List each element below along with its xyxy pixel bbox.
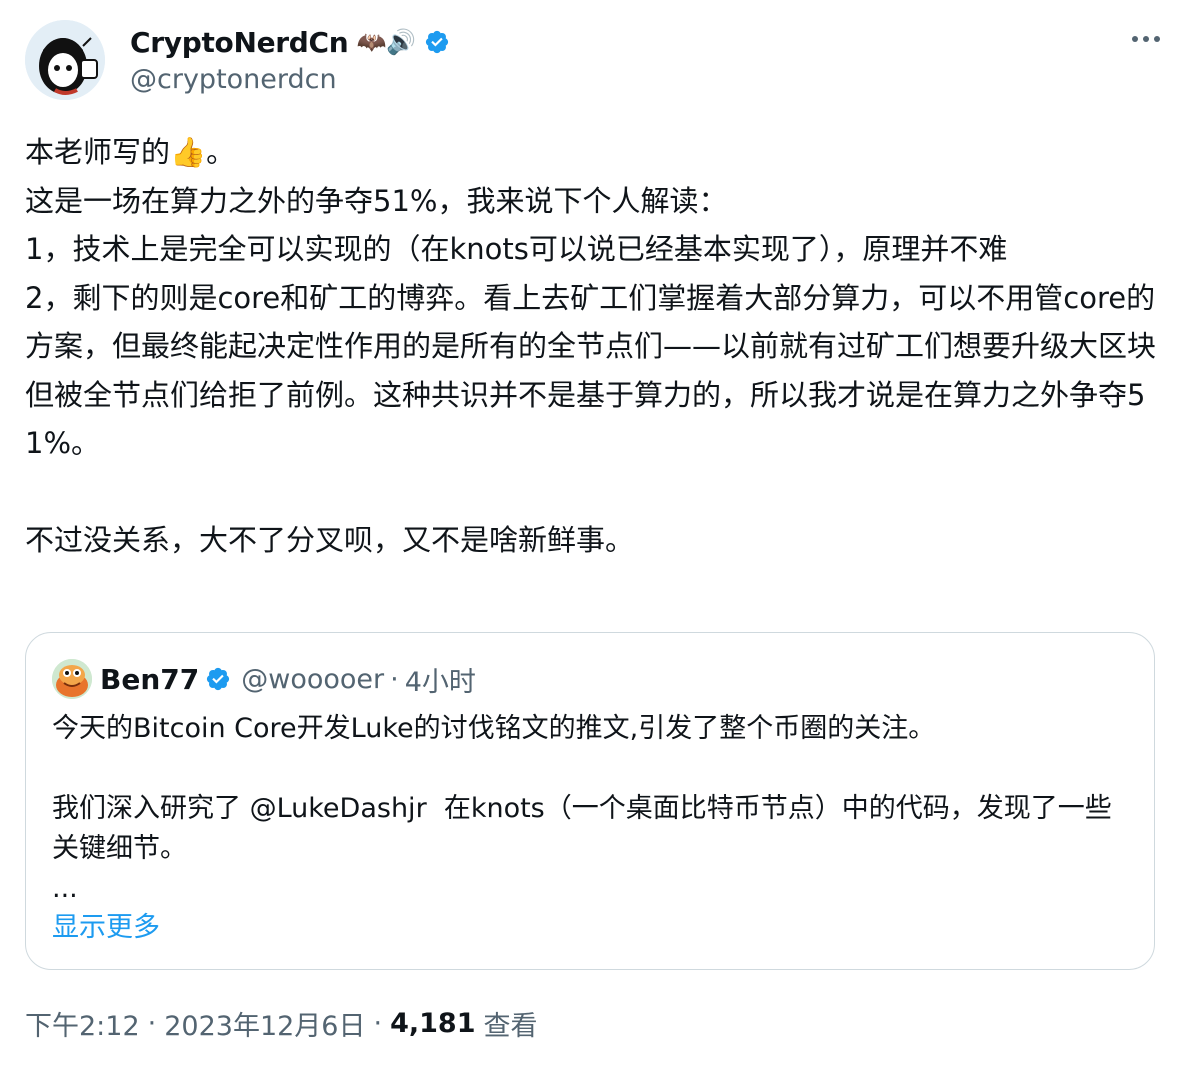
quoted-tweet-text: 今天的Bitcoin Core开发Luke的讨伐铭文的推文,引发了整个币圈的关注…: [52, 713, 1112, 904]
quoted-author-avatar-image: [52, 659, 92, 699]
quoted-author-handle[interactable]: @wooooer: [241, 664, 384, 695]
quoted-author-avatar[interactable]: [52, 659, 92, 699]
more-horizontal-icon: [1132, 36, 1160, 42]
views-label[interactable]: 查看: [483, 1004, 537, 1043]
quoted-tweet-header: Ben77 @wooooer · 4小时: [52, 659, 476, 699]
views-count[interactable]: 4,181: [390, 1008, 475, 1039]
verified-badge-icon[interactable]: [424, 29, 450, 55]
author-display-name[interactable]: CryptoNerdCn: [130, 26, 349, 59]
author-block: CryptoNerdCn 🦇🔊 @cryptonerdcn: [130, 22, 450, 95]
author-avatar-image: [25, 20, 105, 100]
author-name-emojis: 🦇🔊: [356, 28, 417, 56]
tweet-time[interactable]: 下午2:12: [25, 1004, 140, 1043]
author-handle[interactable]: @cryptonerdcn: [130, 64, 450, 95]
separator-dot: ·: [147, 1008, 157, 1039]
tweet-date[interactable]: 2023年12月6日: [164, 1004, 365, 1043]
separator-dot: ·: [390, 663, 399, 695]
show-more-link[interactable]: 显示更多: [52, 905, 160, 944]
quoted-tweet-card[interactable]: Ben77 @wooooer · 4小时 今天的Bitcoin Core开发Lu…: [25, 632, 1155, 970]
separator-dot: ·: [373, 1008, 383, 1039]
tweet-meta: 下午2:12 · 2023年12月6日 · 4,181 查看: [25, 1004, 537, 1043]
quoted-author-display-name[interactable]: Ben77: [100, 663, 199, 696]
author-avatar[interactable]: [25, 20, 105, 100]
more-options-button[interactable]: [1128, 24, 1164, 54]
tweet-text: 本老师写的👍。 这是一场在算力之外的争夺51%，我来说下个人解读： 1，技术上是…: [25, 135, 1157, 557]
quoted-tweet-time[interactable]: 4小时: [405, 660, 476, 699]
verified-badge-icon[interactable]: [205, 666, 231, 692]
